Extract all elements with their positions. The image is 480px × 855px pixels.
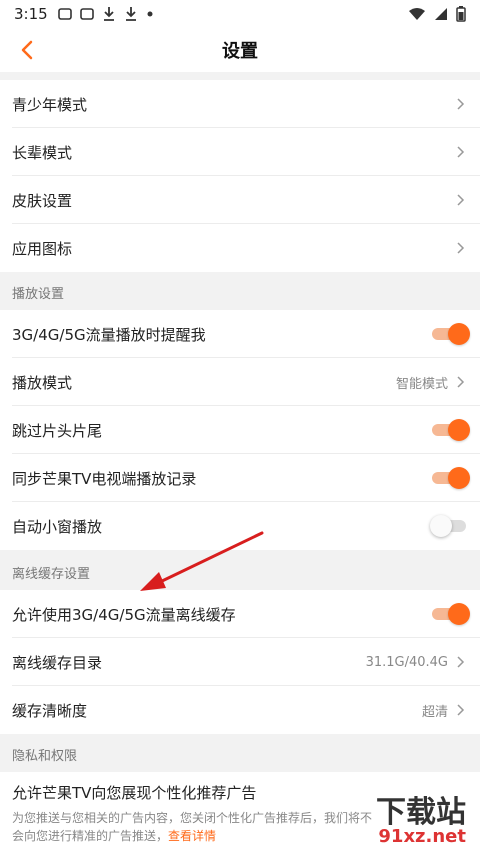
page-title: 设置 bbox=[222, 41, 258, 62]
more-dot-icon bbox=[147, 11, 153, 17]
setting-label: 允许使用3G/4G/5G流量离线缓存 bbox=[12, 605, 236, 624]
chevron-right-icon bbox=[457, 656, 465, 668]
back-icon[interactable] bbox=[16, 38, 40, 62]
setting-label: 播放模式 bbox=[12, 373, 73, 392]
setting-row-elder-mode[interactable]: 长辈模式 bbox=[0, 128, 480, 176]
app-notification-icon bbox=[79, 8, 94, 20]
setting-row-play-mode[interactable]: 播放模式 智能模式 bbox=[0, 358, 480, 406]
status-time: 3:15 bbox=[14, 5, 48, 23]
setting-label: 缓存清晰度 bbox=[12, 701, 88, 720]
chevron-right-icon bbox=[457, 704, 465, 716]
top-spacer bbox=[0, 72, 480, 80]
chevron-right-icon bbox=[457, 146, 465, 158]
setting-row-cache-directory[interactable]: 离线缓存目录 31.1G/40.4G bbox=[0, 638, 480, 686]
setting-row-youth-mode[interactable]: 青少年模式 bbox=[0, 80, 480, 128]
download-icon bbox=[103, 7, 114, 21]
toggle-switch-off[interactable] bbox=[430, 514, 468, 538]
setting-label: 3G/4G/5G流量播放时提醒我 bbox=[12, 325, 206, 344]
setting-value: 31.1G/40.4G bbox=[365, 654, 448, 670]
status-bar: 3:15 bbox=[0, 0, 480, 28]
setting-label: 离线缓存目录 bbox=[12, 653, 103, 672]
setting-label: 长辈模式 bbox=[12, 143, 73, 162]
header: 设置 bbox=[0, 28, 480, 72]
setting-row-auto-mini-window: 自动小窗播放 bbox=[0, 502, 480, 550]
setting-value: 智能模式 bbox=[395, 376, 448, 392]
toggle-switch-on[interactable] bbox=[432, 602, 470, 626]
chevron-right-icon bbox=[457, 376, 465, 388]
watermark-text: 下载站 bbox=[376, 795, 466, 830]
setting-label: 皮肤设置 bbox=[12, 191, 73, 210]
setting-row-sync-tv-history: 同步芒果TV电视端播放记录 bbox=[0, 454, 480, 502]
setting-label: 应用图标 bbox=[12, 239, 73, 258]
wifi-icon bbox=[409, 8, 425, 20]
setting-label: 同步芒果TV电视端播放记录 bbox=[12, 469, 197, 488]
chevron-right-icon bbox=[457, 98, 465, 110]
setting-row-skip-intro: 跳过片头片尾 bbox=[0, 406, 480, 454]
download-icon bbox=[125, 7, 136, 21]
setting-label: 跳过片头片尾 bbox=[12, 421, 103, 440]
toggle-switch-on[interactable] bbox=[432, 418, 470, 442]
site-watermark: 下载站 91xz.net bbox=[304, 781, 474, 851]
setting-row-skin[interactable]: 皮肤设置 bbox=[0, 176, 480, 224]
toggle-switch-on[interactable] bbox=[432, 466, 470, 490]
setting-row-cellular-offline-cache: 允许使用3G/4G/5G流量离线缓存 bbox=[0, 590, 480, 638]
chevron-right-icon bbox=[457, 242, 465, 254]
battery-icon bbox=[456, 6, 466, 22]
toggle-switch-on[interactable] bbox=[432, 322, 470, 346]
setting-row-app-icon[interactable]: 应用图标 bbox=[0, 224, 480, 272]
notification-icons bbox=[57, 6, 154, 22]
watermark-url: 91xz.net bbox=[378, 826, 466, 847]
section-heading-playback: 播放设置 bbox=[0, 274, 480, 310]
setting-label: 自动小窗播放 bbox=[12, 517, 103, 536]
section-heading-privacy: 隐私和权限 bbox=[0, 736, 480, 772]
chevron-right-icon bbox=[457, 194, 465, 206]
view-details-link[interactable]: 查看详情 bbox=[168, 829, 216, 843]
setting-value: 超清 bbox=[421, 704, 448, 720]
section-heading-offline: 离线缓存设置 bbox=[0, 554, 480, 590]
setting-row-cache-quality[interactable]: 缓存清晰度 超清 bbox=[0, 686, 480, 734]
app-notification-icon bbox=[57, 8, 72, 20]
setting-label: 青少年模式 bbox=[12, 95, 88, 114]
signal-icon bbox=[435, 8, 447, 20]
setting-row-cellular-play-reminder: 3G/4G/5G流量播放时提醒我 bbox=[0, 310, 480, 358]
